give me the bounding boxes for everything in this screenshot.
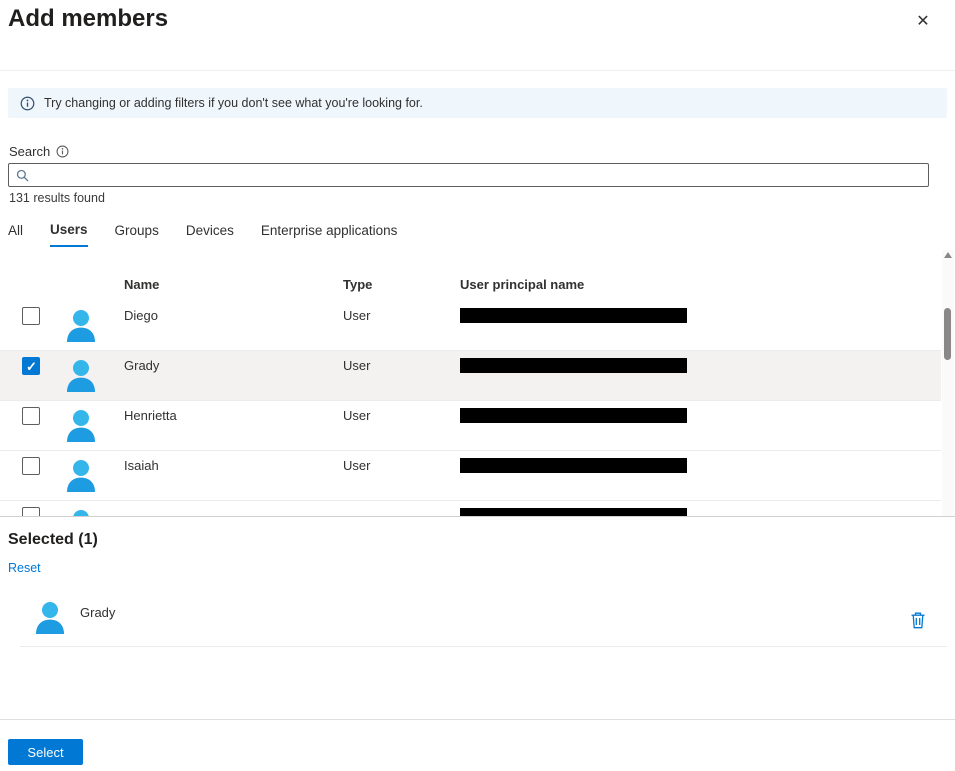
trash-icon	[910, 611, 926, 629]
page-title: Add members	[8, 5, 168, 33]
row-checkbox[interactable]	[22, 407, 40, 425]
column-header-upn: User principal name	[460, 277, 584, 292]
tab-groups[interactable]: Groups	[115, 218, 159, 247]
table-header: Name Type User principal name	[0, 265, 941, 301]
row-name: Diego	[124, 308, 158, 323]
selected-item: Grady	[20, 593, 947, 647]
row-type: User	[343, 458, 370, 473]
tab-enterprise-applications[interactable]: Enterprise applications	[261, 218, 398, 247]
table-row[interactable]: Isaiah User	[0, 451, 941, 501]
scrollbar-up-icon[interactable]	[944, 252, 952, 258]
user-avatar-icon	[66, 309, 98, 345]
row-checkbox[interactable]	[22, 507, 40, 516]
search-label-row: Search	[9, 144, 69, 159]
info-banner-text: Try changing or adding filters if you do…	[44, 96, 423, 110]
table-row[interactable]: Henrietta User	[0, 401, 941, 451]
column-header-name: Name	[124, 277, 159, 292]
footer-divider	[0, 719, 955, 720]
redacted-upn-bar	[460, 308, 687, 323]
selected-section-title: Selected (1)	[8, 531, 98, 549]
redacted-upn-bar	[460, 408, 687, 423]
redacted-upn-bar	[460, 458, 687, 473]
reset-link[interactable]: Reset	[8, 561, 41, 575]
table-row[interactable]: Grady User	[0, 351, 941, 401]
user-avatar-icon	[66, 459, 98, 495]
search-label: Search	[9, 144, 50, 159]
row-checkbox[interactable]	[22, 457, 40, 475]
table-bottom-divider	[0, 516, 955, 517]
user-avatar-icon	[66, 509, 98, 516]
remove-selected-button[interactable]	[907, 610, 929, 632]
table-row[interactable]	[0, 501, 941, 516]
header-divider	[0, 70, 955, 71]
row-type: User	[343, 358, 370, 373]
row-name: Henrietta	[124, 408, 177, 423]
column-header-type: Type	[343, 277, 372, 292]
close-button[interactable]: ✕	[909, 8, 937, 36]
results-count: 131 results found	[9, 191, 105, 205]
row-type: User	[343, 408, 370, 423]
table-row[interactable]: Diego User	[0, 301, 941, 351]
add-members-panel: Add members ✕ Try changing or adding fil…	[0, 0, 955, 771]
user-avatar-icon	[35, 601, 67, 637]
search-box	[8, 163, 929, 187]
scrollbar-thumb[interactable]	[944, 308, 951, 360]
redacted-upn-bar	[460, 508, 687, 516]
close-icon: ✕	[916, 13, 929, 30]
tab-all[interactable]: All	[8, 218, 23, 247]
scrollbar[interactable]	[942, 250, 954, 516]
tab-devices[interactable]: Devices	[186, 218, 234, 247]
redacted-upn-bar	[460, 358, 687, 373]
row-name: Isaiah	[124, 458, 159, 473]
user-avatar-icon	[66, 359, 98, 395]
row-checkbox[interactable]	[22, 357, 40, 375]
tab-users[interactable]: Users	[50, 218, 88, 247]
select-button[interactable]: Select	[8, 739, 83, 765]
user-list: Diego User Grady User Henrietta User	[0, 301, 941, 516]
tab-bar: All Users Groups Devices Enterprise appl…	[8, 218, 397, 247]
row-checkbox[interactable]	[22, 307, 40, 325]
selected-item-name: Grady	[80, 605, 115, 620]
search-input[interactable]	[35, 165, 928, 185]
user-avatar-icon	[66, 409, 98, 445]
info-icon	[20, 96, 35, 111]
info-icon	[56, 145, 69, 158]
row-type: User	[343, 308, 370, 323]
search-icon	[16, 169, 29, 182]
row-name: Grady	[124, 358, 159, 373]
info-banner: Try changing or adding filters if you do…	[8, 88, 947, 118]
